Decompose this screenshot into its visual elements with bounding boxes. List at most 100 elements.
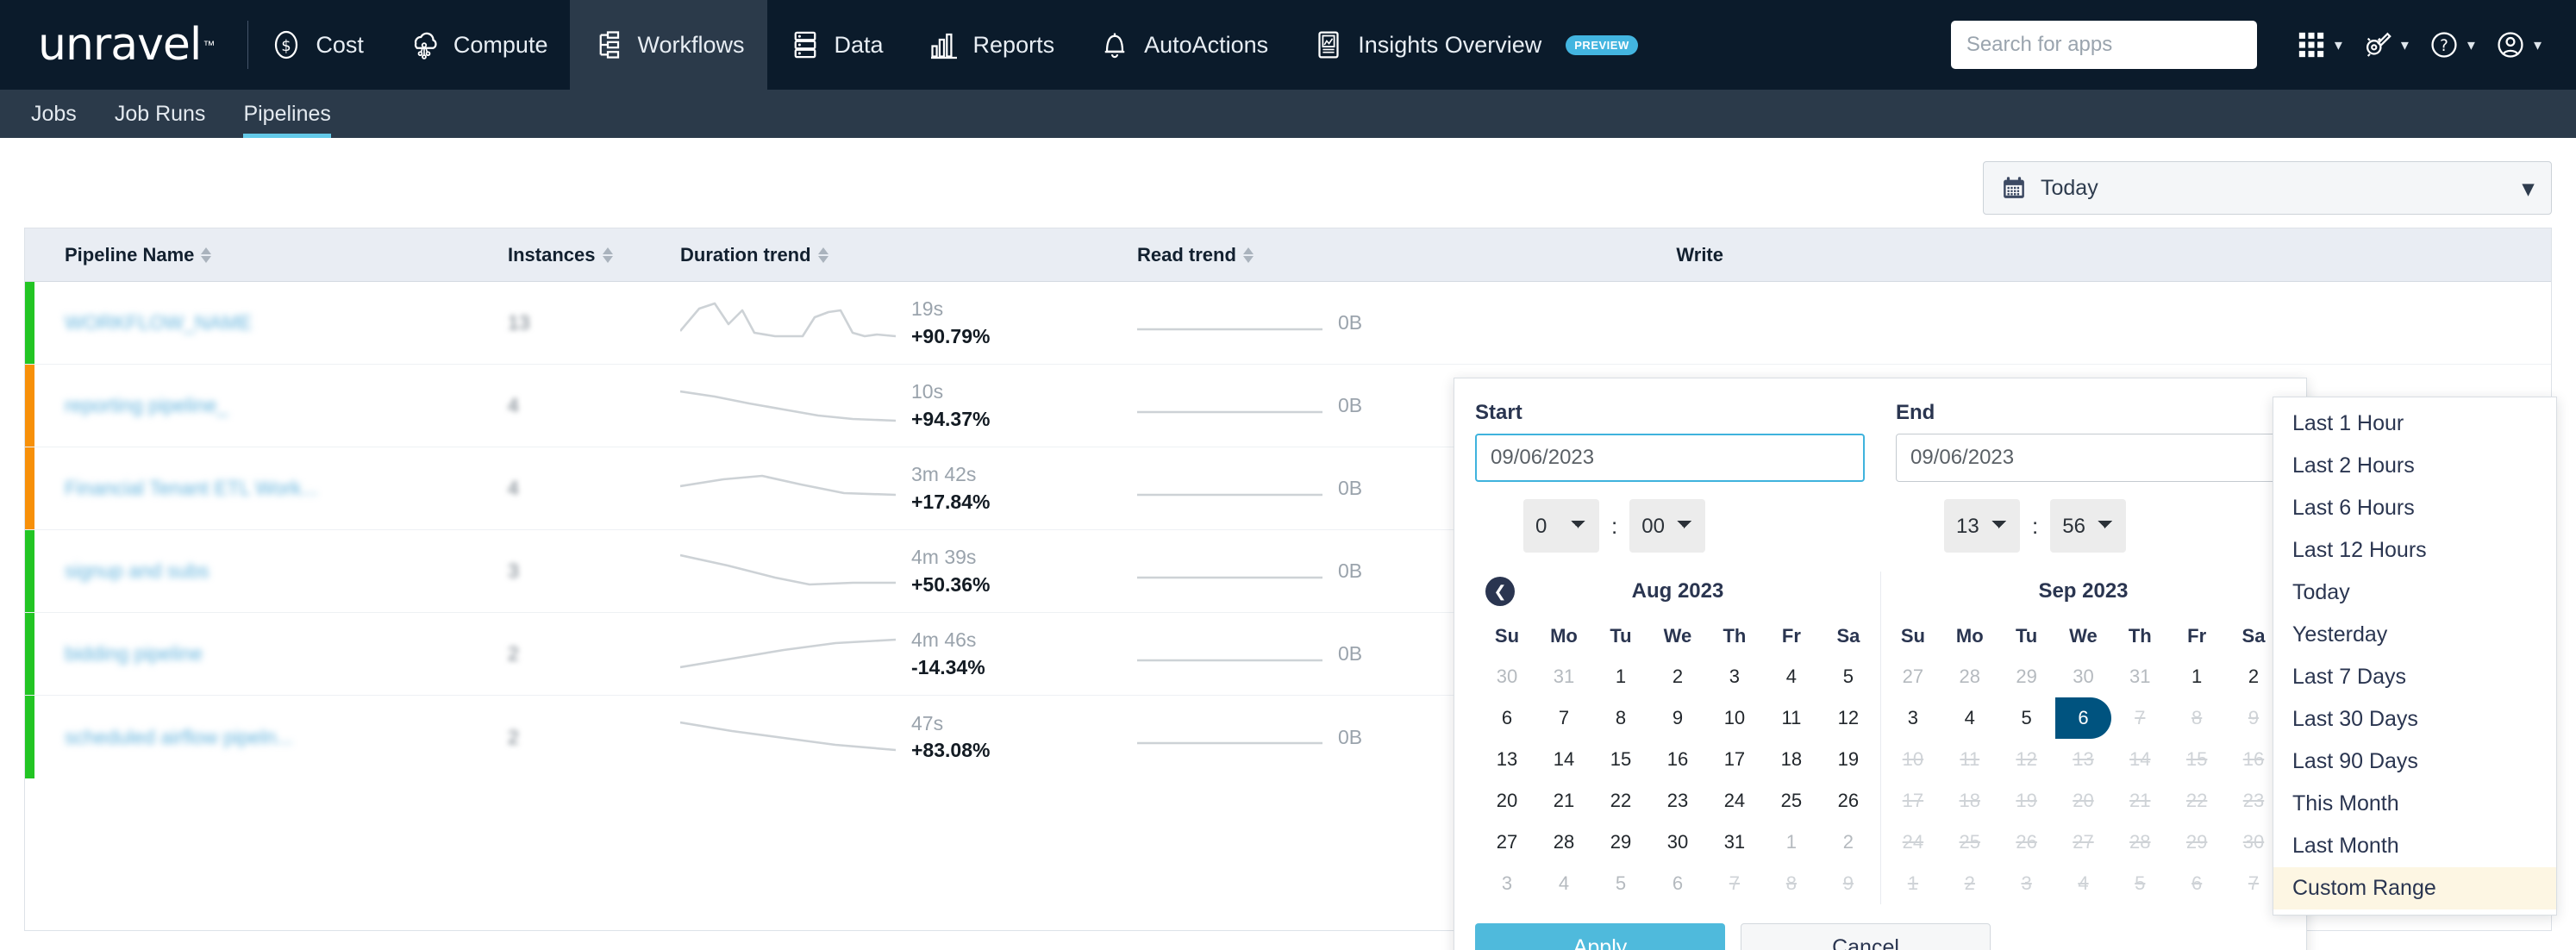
calendar-day[interactable]: 1 [1763, 822, 1820, 863]
calendar-day[interactable]: 1 [1592, 656, 1649, 697]
calendar-day[interactable]: 21 [1535, 780, 1592, 822]
calendar-day[interactable]: 16 [1649, 739, 1706, 780]
calendar-day[interactable]: 30 [1479, 656, 1535, 697]
preset-yesterday[interactable]: Yesterday [2273, 614, 2556, 656]
preset-last-month[interactable]: Last Month [2273, 825, 2556, 867]
start-hour-select[interactable]: 0 [1523, 499, 1599, 553]
calendar-day[interactable]: 2 [1649, 656, 1706, 697]
nav-item-cost[interactable]: $ Cost [248, 0, 386, 90]
calendar-day[interactable]: 31 [1535, 656, 1592, 697]
calendar-day[interactable]: 25 [1763, 780, 1820, 822]
calendar-day[interactable]: 30 [1649, 822, 1706, 863]
calendar-day[interactable]: 8 [1592, 697, 1649, 739]
cell-pipeline-name[interactable]: scheduled airflow pipeln... [25, 696, 508, 778]
sort-toggle-icon[interactable] [602, 247, 613, 263]
column-header-read[interactable]: Read trend [1137, 244, 1508, 266]
calendar-day[interactable]: 5 [1592, 863, 1649, 904]
pipeline-name-link[interactable]: signup and subs [65, 559, 209, 583]
help-icon-button[interactable]: ? ▾ [2421, 30, 2484, 59]
pipeline-name-link[interactable]: Financial Tenant ETL Work... [65, 477, 318, 500]
sort-toggle-icon[interactable] [1242, 247, 1254, 263]
column-header-dur[interactable]: Duration trend [680, 244, 1137, 266]
pipeline-name-link[interactable]: scheduled airflow pipeln... [65, 726, 293, 749]
calendar-day[interactable]: 14 [1535, 739, 1592, 780]
brand-logo[interactable]: unravel ™ [0, 0, 247, 90]
calendar-day[interactable]: 6 [1649, 863, 1706, 904]
apply-button[interactable]: Apply [1475, 923, 1725, 950]
calendar-day[interactable]: 26 [1820, 780, 1877, 822]
calendar-day[interactable]: 7 [1535, 697, 1592, 739]
calendar-day[interactable]: 19 [1820, 739, 1877, 780]
cell-pipeline-name[interactable]: WORKFLOW_NAME [25, 282, 508, 364]
calendar-day[interactable]: 23 [1649, 780, 1706, 822]
calendar-day[interactable]: 27 [1885, 656, 1941, 697]
calendar-day[interactable]: 17 [1706, 739, 1763, 780]
calendar-day[interactable]: 11 [1763, 697, 1820, 739]
nav-item-data[interactable]: Data [767, 0, 906, 90]
nav-item-autoactions[interactable]: AutoActions [1077, 0, 1291, 90]
calendar-day[interactable]: 10 [1706, 697, 1763, 739]
column-header-inst[interactable]: Instances [508, 244, 680, 266]
calendar-day[interactable]: 4 [1941, 697, 1998, 739]
calendar-day[interactable]: 5 [1998, 697, 2055, 739]
calendar-day[interactable]: 22 [1592, 780, 1649, 822]
app-search-box[interactable]: Search for apps [1950, 21, 2257, 69]
nav-item-workflows[interactable]: Workflows [570, 0, 767, 90]
cell-pipeline-name[interactable]: reporting pipeline_ [25, 365, 508, 447]
calendar-day[interactable]: 2 [1820, 822, 1877, 863]
settings-icon-button[interactable]: ▾ [2354, 30, 2417, 59]
nav-item-reports[interactable]: Reports [906, 0, 1078, 90]
calendar-day[interactable]: 5 [1820, 656, 1877, 697]
calendar-day[interactable]: 1 [2168, 656, 2225, 697]
date-range-picker-button[interactable]: Today ▾ [1983, 161, 2552, 215]
tab-job-runs[interactable]: Job Runs [96, 90, 225, 138]
pipeline-name-link[interactable]: reporting pipeline_ [65, 394, 228, 417]
tab-pipelines[interactable]: Pipelines [224, 90, 349, 138]
nav-item-insights-overview[interactable]: Insights Overview PREVIEW [1291, 0, 1660, 90]
calendar-day[interactable]: 3 [1885, 697, 1941, 739]
end-date-input[interactable] [1896, 434, 2285, 482]
sort-toggle-icon[interactable] [817, 247, 828, 263]
calendar-day[interactable]: 24 [1706, 780, 1763, 822]
preset-custom-range[interactable]: Custom Range [2273, 867, 2556, 909]
calendar-day[interactable]: 15 [1592, 739, 1649, 780]
calendar-day[interactable]: 27 [1479, 822, 1535, 863]
calendar-day[interactable]: 18 [1763, 739, 1820, 780]
nav-item-compute[interactable]: Compute [386, 0, 571, 90]
calendar-day[interactable]: 31 [2111, 656, 2168, 697]
end-minute-select[interactable]: 56 [2050, 499, 2127, 553]
calendar-day[interactable]: 28 [1941, 656, 1998, 697]
calendar-day[interactable]: 29 [1998, 656, 2055, 697]
start-date-input[interactable] [1475, 434, 1865, 482]
preset-today[interactable]: Today [2273, 572, 2556, 614]
cell-pipeline-name[interactable]: signup and subs [25, 530, 508, 612]
calendar-day[interactable]: 12 [1820, 697, 1877, 739]
preset-last-2-hours[interactable]: Last 2 Hours [2273, 445, 2556, 487]
preset-last-12-hours[interactable]: Last 12 Hours [2273, 529, 2556, 572]
preset-last-7-days[interactable]: Last 7 Days [2273, 656, 2556, 698]
cell-pipeline-name[interactable]: Financial Tenant ETL Work... [25, 447, 508, 529]
calendar-day[interactable]: 3 [1706, 656, 1763, 697]
pipeline-name-link[interactable]: bidding pipeline [65, 642, 203, 666]
calendar-day[interactable]: 31 [1706, 822, 1763, 863]
column-header-name[interactable]: Pipeline Name [25, 244, 508, 266]
pipeline-name-link[interactable]: WORKFLOW_NAME [65, 311, 252, 334]
end-hour-select[interactable]: 13 [1944, 499, 2020, 553]
preset-this-month[interactable]: This Month [2273, 783, 2556, 825]
preset-last-90-days[interactable]: Last 90 Days [2273, 741, 2556, 783]
calendar-day[interactable]: 9 [1649, 697, 1706, 739]
grid-apps-icon-button[interactable]: ▾ [2288, 30, 2351, 59]
preset-last-6-hours[interactable]: Last 6 Hours [2273, 487, 2556, 529]
preset-last-30-days[interactable]: Last 30 Days [2273, 698, 2556, 741]
calendar-day[interactable]: 13 [1479, 739, 1535, 780]
calendar-day[interactable]: 20 [1479, 780, 1535, 822]
calendar-day[interactable]: 6 [1479, 697, 1535, 739]
calendar-day[interactable]: 29 [1592, 822, 1649, 863]
previous-month-button[interactable]: ❮ [1485, 577, 1515, 606]
sort-toggle-icon[interactable] [201, 247, 212, 263]
tab-jobs[interactable]: Jobs [12, 90, 96, 138]
user-account-icon-button[interactable]: ▾ [2487, 30, 2550, 59]
cancel-button[interactable]: Cancel [1741, 923, 1991, 950]
calendar-day[interactable]: 30 [2055, 656, 2112, 697]
cell-pipeline-name[interactable]: bidding pipeline [25, 613, 508, 695]
